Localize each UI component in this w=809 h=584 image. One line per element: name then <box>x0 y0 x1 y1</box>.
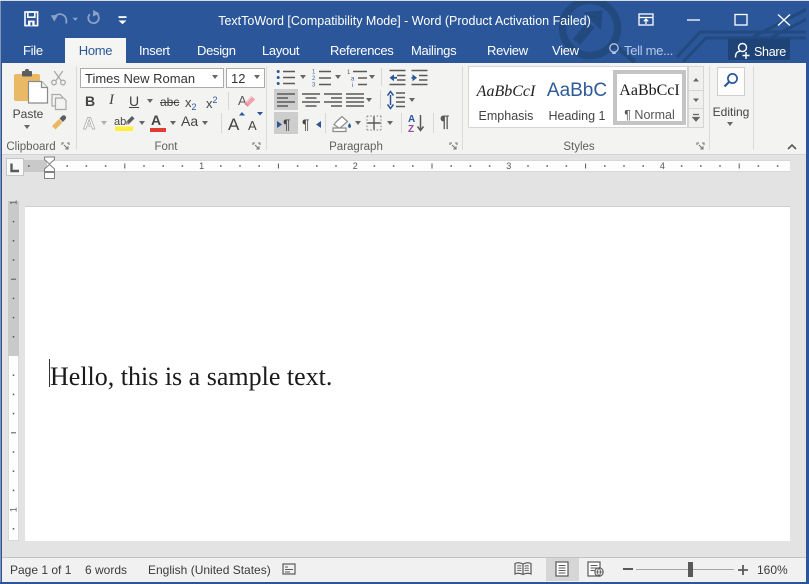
svg-text:1: 1 <box>312 70 316 76</box>
svg-text:2: 2 <box>312 76 316 82</box>
svg-text:¶: ¶ <box>302 116 310 132</box>
svg-text:1: 1 <box>9 200 19 205</box>
svg-text:Z: Z <box>408 124 414 133</box>
svg-text:A: A <box>248 118 257 132</box>
svg-text:3: 3 <box>312 83 316 88</box>
svg-text:a: a <box>351 77 355 83</box>
svg-text:1: 1 <box>347 70 351 76</box>
svg-text:ab: ab <box>114 116 126 128</box>
svg-text:i: i <box>352 83 353 87</box>
svg-text:1: 1 <box>9 507 19 512</box>
svg-text:4: 4 <box>660 161 665 171</box>
svg-text:2: 2 <box>353 161 358 171</box>
svg-text:¶: ¶ <box>283 116 291 132</box>
svg-text:A: A <box>228 115 240 132</box>
svg-text:3: 3 <box>506 161 511 171</box>
svg-text:A: A <box>238 93 247 108</box>
svg-text:A: A <box>83 114 95 132</box>
svg-text:1: 1 <box>199 161 204 171</box>
